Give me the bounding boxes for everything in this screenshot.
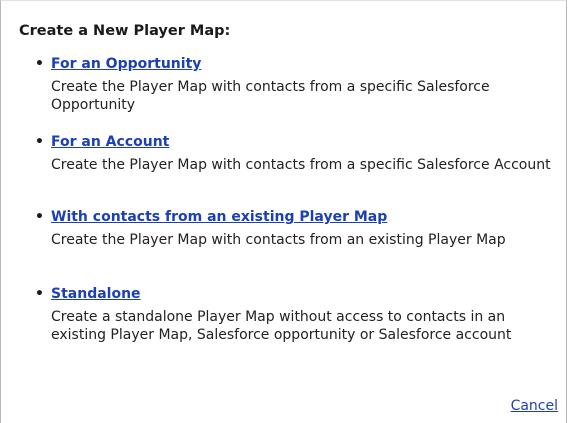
bullet: • [35,56,44,72]
bullet: • [35,286,44,302]
cancel-link[interactable]: Cancel [511,397,558,415]
option-description: Create the Player Map with contacts from… [51,79,490,113]
option-opportunity: • For an Opportunity Create the Player M… [35,55,559,114]
option-description: Create the Player Map with contacts from… [51,157,551,173]
dialog-title: Create a New Player Map: [19,23,231,39]
option-description: Create a standalone Player Map without a… [51,309,512,343]
option-account: • For an Account Create the Player Map w… [35,133,559,174]
option-standalone: • Standalone Create a standalone Player … [35,285,559,344]
for-account-link[interactable]: For an Account [51,133,559,151]
existing-player-map-link[interactable]: With contacts from an existing Player Ma… [51,208,559,226]
bullet: • [35,134,44,150]
for-opportunity-link[interactable]: For an Opportunity [51,55,559,73]
create-player-map-dialog: Create a New Player Map: • For an Opport… [0,0,567,423]
option-existing-player-map: • With contacts from an existing Player … [35,208,559,249]
bullet: • [35,209,44,225]
option-description: Create the Player Map with contacts from… [51,232,506,248]
standalone-link[interactable]: Standalone [51,285,559,303]
